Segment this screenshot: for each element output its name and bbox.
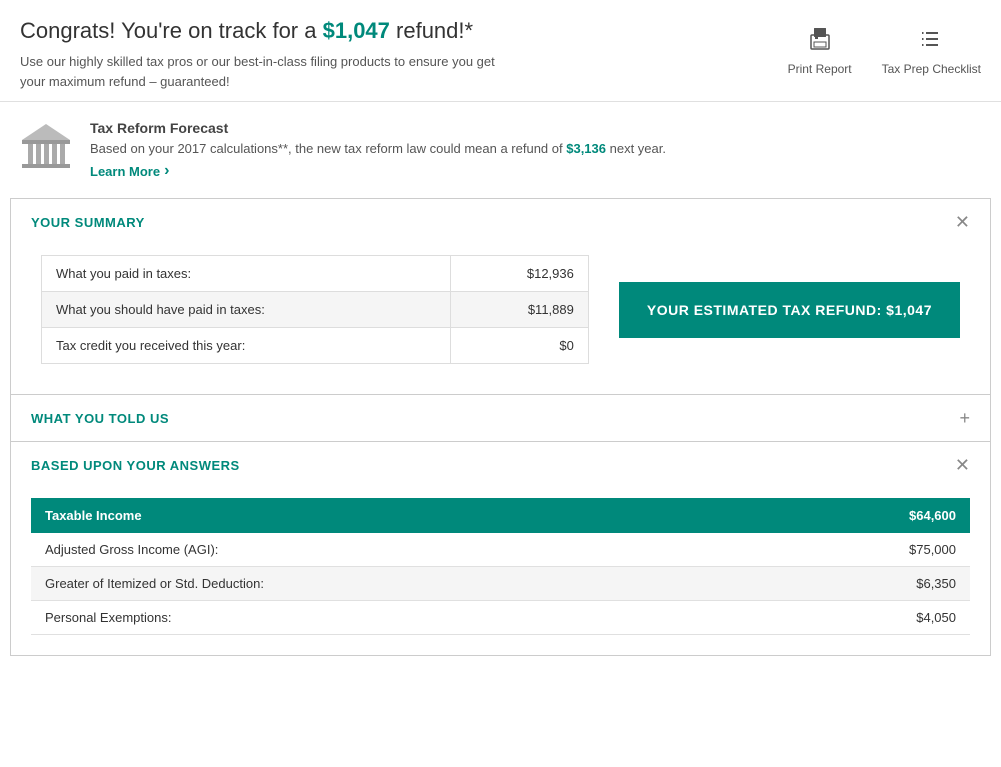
header-actions: Print Report Tax Prep Checklist	[788, 22, 981, 76]
tax-reform-content: Tax Reform Forecast Based on your 2017 c…	[90, 120, 666, 180]
based-upon-header: BASED UPON YOUR ANSWERS ✕	[11, 442, 990, 488]
based-upon-panel: BASED UPON YOUR ANSWERS ✕ Taxable Income…	[10, 441, 991, 656]
estimated-refund-box: YOUR ESTIMATED TAX REFUND: $1,047	[619, 282, 960, 338]
row-label: Adjusted Gross Income (AGI):	[31, 533, 751, 567]
learn-more-link[interactable]: Learn More	[90, 162, 169, 180]
summary-content: What you paid in taxes: $12,936 What you…	[11, 245, 990, 394]
answers-content: Taxable Income $64,600 Adjusted Gross In…	[11, 488, 990, 655]
row-label: Tax credit you received this year:	[42, 328, 451, 364]
refund-amount: $1,047	[323, 18, 390, 43]
what-you-told-us-expand-button[interactable]: +	[959, 409, 970, 427]
page-header: Congrats! You're on track for a $1,047 r…	[0, 0, 1001, 102]
tax-reform-title: Tax Reform Forecast	[90, 120, 666, 136]
row-value: $6,350	[751, 567, 970, 601]
table-row: What you should have paid in taxes: $11,…	[42, 292, 589, 328]
print-icon	[802, 22, 838, 58]
summary-table: What you paid in taxes: $12,936 What you…	[41, 255, 589, 364]
your-summary-close-button[interactable]: ✕	[955, 213, 970, 231]
table-row: What you paid in taxes: $12,936	[42, 256, 589, 292]
answers-table: Taxable Income $64,600 Adjusted Gross In…	[31, 498, 970, 635]
row-label: Personal Exemptions:	[31, 601, 751, 635]
congrats-text: Congrats! You're on track for a	[20, 18, 323, 43]
table-header-value: $64,600	[751, 498, 970, 533]
row-label: Greater of Itemized or Std. Deduction:	[31, 567, 751, 601]
based-upon-title: BASED UPON YOUR ANSWERS	[31, 458, 240, 473]
row-value: $4,050	[751, 601, 970, 635]
your-summary-title: YOUR SUMMARY	[31, 215, 145, 230]
tax-reform-description: Based on your 2017 calculations**, the n…	[90, 141, 666, 156]
based-upon-close-button[interactable]: ✕	[955, 456, 970, 474]
forecast-amount: $3,136	[566, 141, 606, 156]
header-subtitle: Use our highly skilled tax pros or our b…	[20, 52, 500, 91]
table-row: Personal Exemptions: $4,050	[31, 601, 970, 635]
your-summary-panel: YOUR SUMMARY ✕ What you paid in taxes: $…	[10, 198, 991, 395]
tax-prep-checklist-button[interactable]: Tax Prep Checklist	[882, 22, 981, 76]
row-value: $11,889	[451, 292, 589, 328]
checklist-label: Tax Prep Checklist	[882, 62, 981, 76]
table-header-row: Taxable Income $64,600	[31, 498, 970, 533]
row-value: $75,000	[751, 533, 970, 567]
congrats-heading: Congrats! You're on track for a $1,047 r…	[20, 18, 500, 44]
what-you-told-us-panel: WHAT YOU TOLD US +	[10, 394, 991, 442]
header-left: Congrats! You're on track for a $1,047 r…	[20, 18, 500, 91]
print-report-button[interactable]: Print Report	[788, 22, 852, 76]
bank-icon	[20, 120, 72, 172]
row-label: What you should have paid in taxes:	[42, 292, 451, 328]
row-label: What you paid in taxes:	[42, 256, 451, 292]
table-header-label: Taxable Income	[31, 498, 751, 533]
table-row: Tax credit you received this year: $0	[42, 328, 589, 364]
your-summary-header: YOUR SUMMARY ✕	[11, 199, 990, 245]
what-you-told-us-header: WHAT YOU TOLD US +	[11, 395, 990, 441]
desc-pre: Based on your 2017 calculations**, the n…	[90, 141, 566, 156]
desc-post: next year.	[606, 141, 666, 156]
tax-reform-banner: Tax Reform Forecast Based on your 2017 c…	[0, 102, 1001, 198]
refund-box-label: YOUR ESTIMATED TAX REFUND:	[647, 302, 882, 318]
table-row: Greater of Itemized or Std. Deduction: $…	[31, 567, 970, 601]
refund-box-value: $1,047	[886, 302, 932, 318]
row-value: $12,936	[451, 256, 589, 292]
print-label: Print Report	[788, 62, 852, 76]
row-value: $0	[451, 328, 589, 364]
checklist-icon	[913, 22, 949, 58]
table-row: Adjusted Gross Income (AGI): $75,000	[31, 533, 970, 567]
refund-suffix: refund!*	[390, 18, 473, 43]
what-you-told-us-title: WHAT YOU TOLD US	[31, 411, 169, 426]
